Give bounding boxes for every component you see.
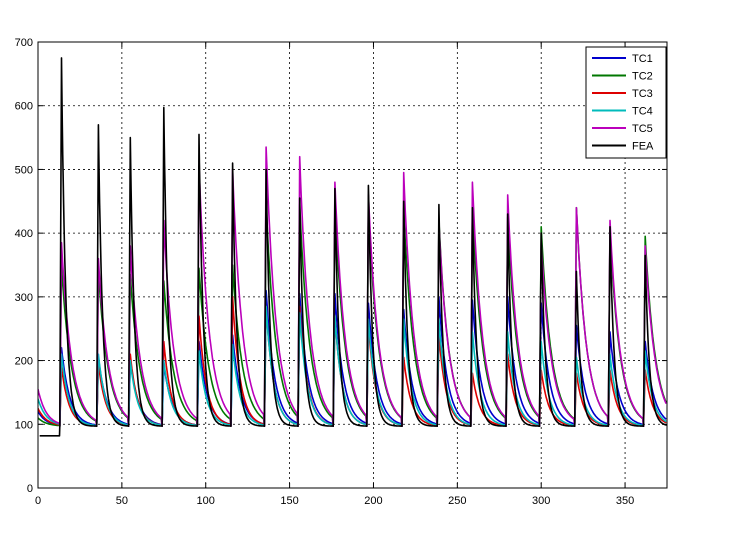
y-tick-label: 300 — [15, 292, 33, 304]
x-tick-label: 150 — [280, 495, 298, 507]
y-tick-label: 600 — [15, 101, 33, 113]
y-tick-label: 400 — [15, 228, 33, 240]
line-chart: 0 50 100 150 200 250 300 350 0 100 200 300 400 500 600… — [0, 0, 746, 550]
legend-label-tc2: TC2 — [632, 71, 653, 83]
y-tick-label: 0 — [27, 483, 33, 495]
legend-box — [585, 46, 667, 159]
x-tick-label: 200 — [364, 495, 382, 507]
x-tick-label: 0 — [35, 495, 41, 507]
x-tick-label: 300 — [532, 495, 550, 507]
x-tick-label: 50 — [116, 495, 128, 507]
legend-label-tc5: TC5 — [632, 123, 653, 135]
legend-label-fea: FEA — [632, 141, 654, 153]
legend-label-tc4: TC4 — [632, 106, 653, 118]
y-tick-label: 100 — [15, 419, 33, 431]
legend: TC1 TC2 TC3 TC4 TC5 FEA — [585, 46, 667, 159]
x-tick-label: 100 — [197, 495, 215, 507]
y-tick-label: 500 — [15, 164, 33, 176]
y-tick-label: 200 — [15, 356, 33, 368]
y-tick-label: 700 — [15, 37, 33, 49]
legend-label-tc1: TC1 — [632, 53, 653, 65]
x-tick-label: 250 — [448, 495, 466, 507]
x-tick-label: 350 — [616, 495, 634, 507]
legend-label-tc3: TC3 — [632, 88, 653, 100]
